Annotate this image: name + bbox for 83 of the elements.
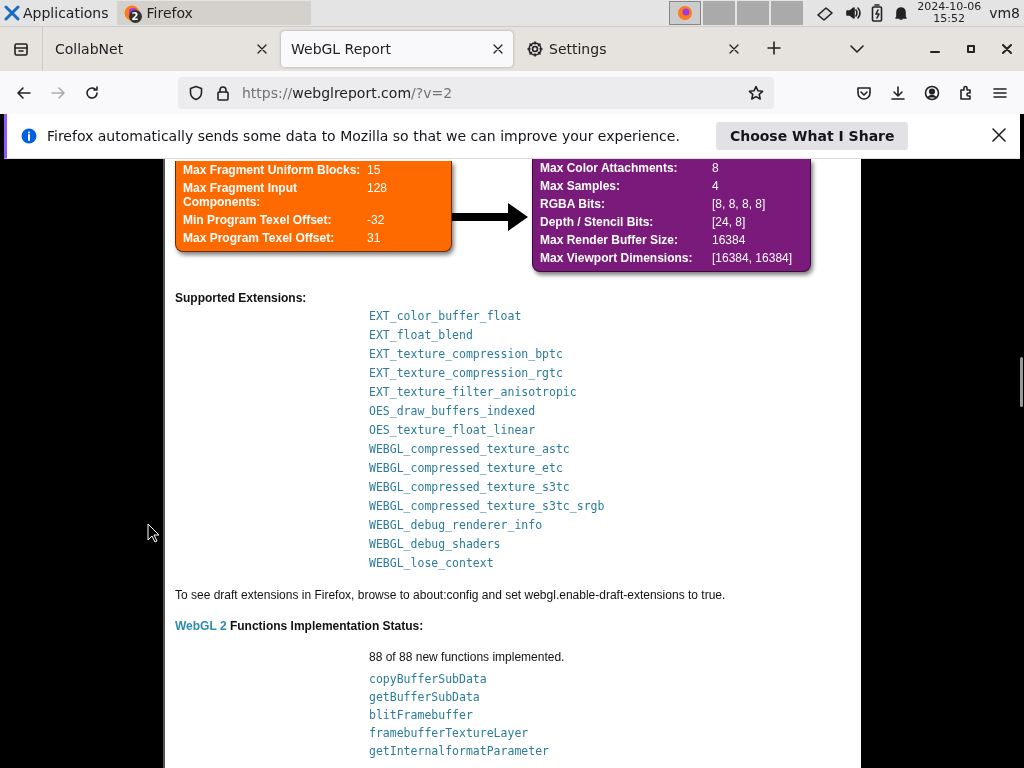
browser-tab[interactable]: CollabNet	[45, 31, 277, 67]
extension-link[interactable]: WEBGL_compressed_texture_s3tc	[369, 480, 861, 494]
user-name: vm8	[989, 5, 1020, 21]
taskbar-button[interactable]: 2 Firefox	[116, 1, 311, 25]
function-name: blitFramebuffer	[369, 708, 474, 722]
functions-summary: 88 of 88 new functions implemented.	[369, 650, 566, 664]
stat-label: Max Fragment Input Components:	[183, 181, 298, 209]
stat-value: 31	[367, 231, 382, 245]
cursor-icon	[147, 523, 160, 543]
applications-menu[interactable]: Applications	[0, 0, 113, 26]
extensions-icon[interactable]	[958, 84, 974, 101]
battery-icon[interactable]	[871, 4, 884, 22]
section-heading: WebGL 2 Functions Implementation Status:	[175, 619, 425, 633]
lock-icon	[216, 84, 230, 101]
stat-value: [8, 8, 8, 8]	[712, 197, 767, 211]
function-name: getBufferSubData	[369, 690, 481, 704]
stat-label: Max Viewport Dimensions:	[540, 251, 694, 265]
extension-link[interactable]: OES_draw_buffers_indexed	[369, 404, 861, 418]
section-heading: Supported Extensions:	[175, 291, 308, 307]
extension-link[interactable]: EXT_float_blend	[369, 328, 861, 342]
stat-label: Max Render Buffer Size:	[540, 233, 680, 247]
close-icon[interactable]	[729, 44, 739, 54]
extension-link[interactable]: WEBGL_debug_shaders	[369, 537, 861, 551]
scrollbar-thumb[interactable]	[1020, 357, 1023, 407]
extension-link[interactable]: WEBGL_compressed_texture_etc	[369, 461, 861, 475]
account-icon[interactable]	[924, 84, 940, 101]
browser-tab[interactable]: Settings	[517, 31, 749, 67]
extension-link[interactable]: OES_texture_float_linear	[369, 423, 861, 437]
function-name: copyBufferSubData	[369, 672, 488, 686]
extension-link[interactable]: WEBGL_compressed_texture_astc	[369, 442, 861, 456]
maximize-icon[interactable]	[966, 44, 976, 54]
browser-tab[interactable]: WebGL Report	[281, 31, 513, 67]
star-icon[interactable]	[748, 84, 764, 101]
new-tab-icon[interactable]	[767, 40, 781, 55]
workspace-button[interactable]	[669, 1, 702, 25]
stat-value: [24, 8]	[712, 215, 747, 229]
stat-value: -32	[367, 213, 386, 227]
stat-label: Max Color Attachments:	[540, 161, 679, 175]
stat-value: 8	[712, 161, 720, 175]
reload-icon[interactable]	[84, 84, 100, 101]
extension-link[interactable]: EXT_texture_compression_bptc	[369, 347, 861, 361]
stat-value: 16384	[712, 233, 747, 247]
stat-label: Max Program Texel Offset:	[183, 231, 336, 245]
stat-value: 128	[367, 181, 389, 197]
extension-link[interactable]: EXT_color_buffer_float	[369, 309, 861, 323]
stat-value: 4	[712, 179, 720, 193]
clock[interactable]: 2024-10-06 15:52	[917, 1, 982, 25]
stat-value: [16384, 16384]	[712, 251, 794, 265]
info-icon	[21, 128, 37, 144]
close-icon[interactable]	[1002, 44, 1012, 54]
arrow-icon	[452, 203, 528, 231]
draft-note: To see draft extensions in Firefox, browse to about:config and set webgl.enable-draft-extensions to true.	[175, 588, 727, 602]
stat-label: Depth / Stencil Bits:	[540, 215, 655, 229]
back-icon[interactable]	[16, 84, 32, 101]
x-logo-icon	[4, 5, 20, 21]
choose-share-button[interactable]: Choose What I Share	[715, 122, 909, 150]
bell-icon[interactable]	[893, 5, 910, 21]
function-name: framebufferTextureLayer	[369, 726, 530, 740]
download-icon[interactable]	[890, 84, 906, 101]
pocket-icon[interactable]	[856, 84, 872, 101]
chevron-down-icon[interactable]	[850, 44, 864, 54]
volume-icon[interactable]	[845, 5, 862, 21]
close-icon[interactable]	[257, 44, 267, 54]
close-icon[interactable]	[493, 44, 503, 54]
function-name: getInternalformatParameter	[369, 744, 550, 758]
address-bar[interactable]: https://webglreport.com/?v=2	[178, 76, 774, 109]
stat-label: Max Fragment Uniform Blocks:	[183, 163, 362, 177]
stat-label: Max Samples:	[540, 179, 622, 193]
stat-value: 15	[367, 163, 382, 177]
gear-icon	[527, 41, 543, 57]
tab-tray-icon[interactable]	[13, 41, 29, 57]
webgl-link[interactable]: WebGL 2	[175, 619, 227, 633]
browser-icon	[677, 5, 694, 21]
notice-text: Firefox automatically sends some data to Mozilla so that we can improve your experience.	[47, 128, 680, 144]
shield-icon	[188, 84, 204, 101]
extension-link[interactable]: EXT_texture_filter_anisotropic	[369, 385, 861, 399]
close-icon[interactable]	[992, 127, 1006, 142]
extension-link[interactable]: EXT_texture_compression_rgtc	[369, 366, 861, 380]
stat-label: Min Program Texel Offset:	[183, 213, 333, 227]
extension-link[interactable]: WEBGL_compressed_texture_s3tc_srgb	[369, 499, 861, 513]
extension-link[interactable]: WEBGL_lose_context	[369, 556, 861, 570]
stat-label: RGBA Bits:	[540, 197, 606, 211]
extension-link[interactable]: WEBGL_debug_renderer_info	[369, 518, 861, 532]
